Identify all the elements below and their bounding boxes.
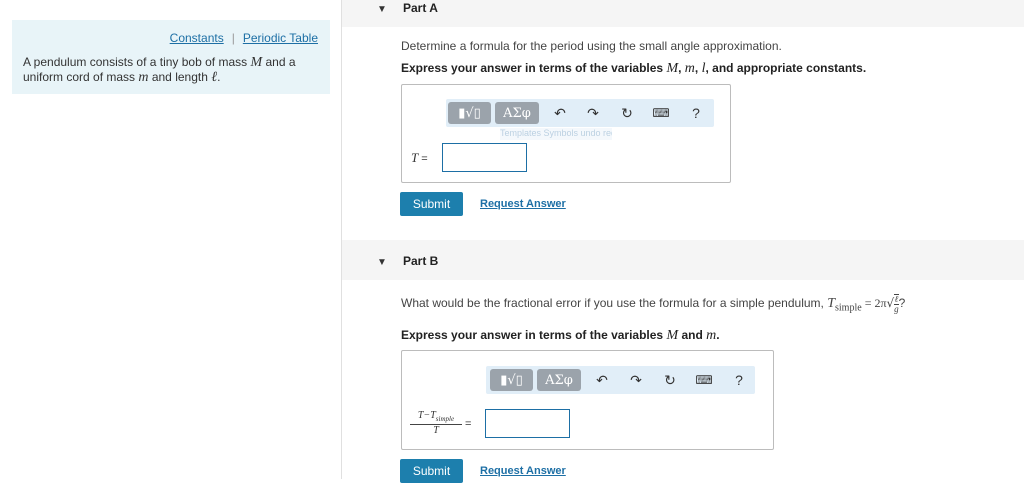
part-b-fraction-label: T−Tsimple T (410, 410, 462, 436)
reset-icon[interactable]: ↻ (617, 103, 637, 123)
resource-links: Constants | Periodic Table (170, 31, 318, 45)
undo-icon[interactable]: ↶ (592, 370, 612, 390)
part-b-answer-input[interactable] (485, 409, 570, 438)
part-b-request-answer-link[interactable]: Request Answer (480, 465, 566, 477)
link-separator: | (231, 31, 235, 45)
reset-icon[interactable]: ↻ (660, 370, 680, 390)
undo-icon[interactable]: ↶ (550, 103, 570, 123)
toolbar-tooltip: Templates Symbols undo redo reset keyboa… (500, 128, 612, 140)
part-a-request-answer-link[interactable]: Request Answer (480, 198, 566, 210)
help-icon[interactable]: ? (686, 103, 706, 123)
part-a-question: Determine a formula for the period using… (401, 39, 782, 53)
keyboard-icon[interactable]: ⌨ (651, 103, 671, 123)
part-b-question: What would be the fractional error if yo… (401, 294, 906, 314)
redo-icon[interactable]: ↷ (626, 370, 646, 390)
chevron-down-icon[interactable]: ▼ (377, 257, 387, 268)
part-a-answer-input[interactable] (442, 143, 527, 172)
part-a-submit-button[interactable]: Submit (400, 192, 463, 216)
redo-icon[interactable]: ↷ (583, 103, 603, 123)
part-b-math-toolbar: ▮√▯ ΑΣφ ↶ ↷ ↻ ⌨ ? (486, 366, 755, 394)
greek-symbols-icon[interactable]: ΑΣφ (537, 369, 581, 391)
help-icon[interactable]: ? (729, 370, 749, 390)
constants-link[interactable]: Constants (170, 31, 224, 45)
part-b-header[interactable]: ▼ Part B (342, 240, 1024, 280)
templates-icon[interactable]: ▮√▯ (490, 369, 533, 391)
greek-symbols-icon[interactable]: ΑΣφ (495, 102, 539, 124)
part-b-instruction: Express your answer in terms of the vari… (401, 328, 720, 343)
templates-icon[interactable]: ▮√▯ (448, 102, 491, 124)
part-a-header[interactable]: ▼ Part A (342, 0, 1024, 27)
part-a-instruction: Express your answer in terms of the vari… (401, 61, 867, 76)
part-b-submit-button[interactable]: Submit (400, 459, 463, 483)
part-a-title: Part A (403, 1, 438, 15)
part-a-math-toolbar: ▮√▯ ΑΣφ ↶ ↷ ↻ ⌨ ? (446, 99, 714, 127)
periodic-table-link[interactable]: Periodic Table (243, 31, 318, 45)
part-a-input-label: T = (411, 150, 428, 165)
part-b-equals: = (465, 418, 472, 430)
keyboard-icon[interactable]: ⌨ (694, 370, 714, 390)
problem-panel: Constants | Periodic Table A pendulum cons… (12, 20, 330, 94)
part-b-title: Part B (403, 254, 439, 268)
problem-statement: A pendulum consists of a tiny bob of mas… (23, 55, 296, 85)
chevron-down-icon[interactable]: ▼ (377, 4, 387, 15)
